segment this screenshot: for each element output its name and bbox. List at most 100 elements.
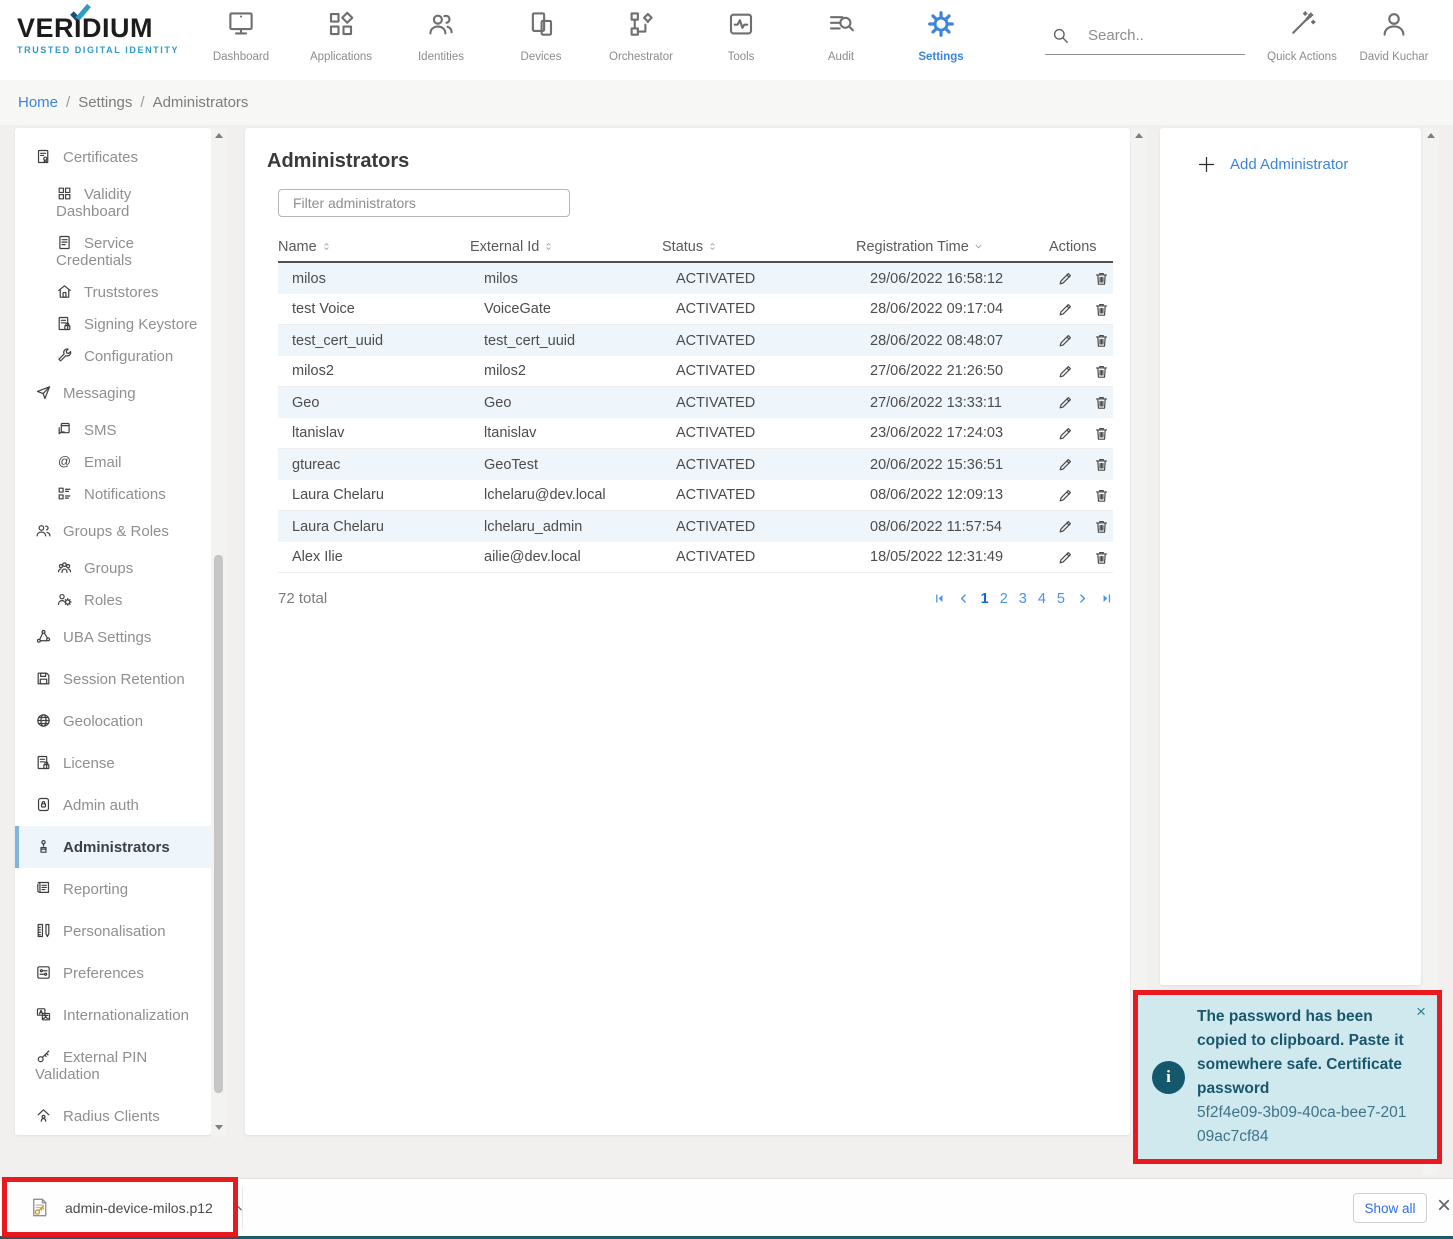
edit-icon[interactable] <box>1057 363 1074 380</box>
downloads-bar: admin-device-milos.p12 Show all × <box>0 1178 1453 1236</box>
edit-icon[interactable] <box>1057 301 1074 318</box>
delete-icon[interactable] <box>1093 425 1110 442</box>
user-name: David Kuchar <box>1346 51 1442 63</box>
scroll-up-arrow[interactable] <box>1423 128 1439 143</box>
toast-close-icon[interactable]: × <box>1416 1003 1426 1020</box>
sidebar-item-uba-settings[interactable]: UBA Settings <box>15 616 211 658</box>
delete-icon[interactable] <box>1093 270 1110 287</box>
delete-icon[interactable] <box>1093 363 1110 380</box>
delete-icon[interactable] <box>1093 487 1110 504</box>
at-sign-icon <box>56 453 73 470</box>
sidebar-item-groups[interactable]: Groups <box>15 552 211 584</box>
edit-icon[interactable] <box>1057 487 1074 504</box>
delete-icon[interactable] <box>1093 301 1110 318</box>
sidebar-item-radius-clients[interactable]: Radius Clients <box>15 1095 211 1135</box>
ruler-pen-icon <box>35 922 52 939</box>
page-button-2[interactable]: 2 <box>1000 591 1008 607</box>
delete-icon[interactable] <box>1093 456 1110 473</box>
column-header-status[interactable]: Status <box>662 239 856 255</box>
nav-item-tools[interactable]: Tools <box>691 9 791 63</box>
status-badge: ACTIVATED <box>662 395 856 411</box>
truststore-icon <box>56 283 73 300</box>
sidebar-item-sms[interactable]: SMS <box>15 414 211 446</box>
nav-item-orchestrator[interactable]: Orchestrator <box>591 9 691 63</box>
veridium-logo[interactable]: VERIDIUM TRUSTED DIGITAL IDENTITY <box>17 14 179 55</box>
last-page-button[interactable] <box>1100 592 1113 605</box>
preferences-icon <box>35 964 52 981</box>
breadcrumb-settings[interactable]: Settings <box>78 94 132 111</box>
filter-administrators-input[interactable] <box>278 189 570 217</box>
sidebar-item-admin-auth[interactable]: Admin auth <box>15 784 211 826</box>
user-menu[interactable]: David Kuchar <box>1346 9 1442 63</box>
edit-icon[interactable] <box>1057 518 1074 535</box>
next-page-button[interactable] <box>1076 592 1089 605</box>
scroll-up-arrow[interactable] <box>211 128 226 143</box>
sidebar-item-email[interactable]: Email <box>15 446 211 478</box>
sidebar-scrollbar[interactable] <box>211 128 226 1135</box>
sidebar-item-notifications[interactable]: Notifications <box>15 478 211 510</box>
column-header-name[interactable]: Name <box>278 239 470 255</box>
column-header-external-id[interactable]: External Id <box>470 239 662 255</box>
audit-icon <box>826 9 856 39</box>
quick-actions-button[interactable]: Quick Actions <box>1252 9 1352 63</box>
sidebar-item-session-retention[interactable]: Session Retention <box>15 658 211 700</box>
delete-icon[interactable] <box>1093 549 1110 566</box>
scroll-up-arrow[interactable] <box>1131 128 1147 143</box>
delete-icon[interactable] <box>1093 332 1110 349</box>
edit-icon[interactable] <box>1057 394 1074 411</box>
roles-gear-icon <box>56 591 73 608</box>
previous-page-button[interactable] <box>957 592 970 605</box>
edit-icon[interactable] <box>1057 456 1074 473</box>
breadcrumb-home[interactable]: Home <box>18 94 58 111</box>
sidebar-item-geolocation[interactable]: Geolocation <box>15 700 211 742</box>
nav-item-audit[interactable]: Audit <box>791 9 891 63</box>
sidebar-item-validity-dashboard[interactable]: Validity Dashboard <box>15 178 211 227</box>
downloaded-file-chip[interactable]: admin-device-milos.p12 <box>0 1179 245 1236</box>
sidebar-item-preferences[interactable]: Preferences <box>15 952 211 994</box>
scrollbar-thumb[interactable] <box>214 555 223 1093</box>
page-button-5[interactable]: 5 <box>1057 591 1065 607</box>
sidebar-item-roles[interactable]: Roles <box>15 584 211 616</box>
edit-icon[interactable] <box>1057 270 1074 287</box>
scroll-down-arrow[interactable] <box>211 1120 226 1135</box>
sidebar-item-license[interactable]: License <box>15 742 211 784</box>
status-badge: ACTIVATED <box>662 487 856 503</box>
breadcrumb-administrators: Administrators <box>153 94 249 111</box>
downloads-bar-close-icon[interactable]: × <box>1437 1194 1451 1218</box>
delete-icon[interactable] <box>1093 394 1110 411</box>
network-icon <box>35 628 52 645</box>
nav-item-settings[interactable]: Settings <box>891 9 991 63</box>
show-all-button[interactable]: Show all <box>1353 1193 1427 1223</box>
column-header-registration-time[interactable]: Registration Time <box>856 239 1049 255</box>
sidebar-item-external-pin-validation[interactable]: External PIN Validation <box>15 1036 211 1095</box>
certificate-password: 5f2f4e09-3b09-40ca-bee7-20109ac7cf84 <box>1197 1101 1412 1149</box>
sidebar-item-groups-roles[interactable]: Groups & Roles <box>15 510 211 552</box>
first-page-button[interactable] <box>933 592 946 605</box>
nav-item-dashboard[interactable]: Dashboard <box>191 9 291 63</box>
sidebar-item-personalisation[interactable]: Personalisation <box>15 910 211 952</box>
delete-icon[interactable] <box>1093 518 1110 535</box>
sidebar-item-administrators[interactable]: Administrators <box>15 826 211 868</box>
veridium-admin-screen: VERIDIUM TRUSTED DIGITAL IDENTITY Dashbo… <box>0 0 1453 1239</box>
nav-item-identities[interactable]: Identities <box>391 9 491 63</box>
page-button-1[interactable]: 1 <box>981 591 989 607</box>
sidebar-item-truststores[interactable]: Truststores <box>15 276 211 308</box>
page-button-3[interactable]: 3 <box>1019 591 1027 607</box>
sidebar-item-signing-keystore[interactable]: Signing Keystore <box>15 308 211 340</box>
edit-icon[interactable] <box>1057 332 1074 349</box>
sidebar-item-reporting[interactable]: Reporting <box>15 868 211 910</box>
sidebar-item-service-credentials[interactable]: Service Credentials <box>15 227 211 276</box>
search-input[interactable] <box>1088 27 1238 44</box>
main-scrollbar[interactable] <box>1131 128 1147 1135</box>
edit-icon[interactable] <box>1057 425 1074 442</box>
nav-item-devices[interactable]: Devices <box>491 9 591 63</box>
sidebar-item-internationalization[interactable]: Internationalization <box>15 994 211 1036</box>
nav-item-applications[interactable]: Applications <box>291 9 391 63</box>
table-row: test Voice VoiceGate ACTIVATED 28/06/202… <box>278 294 1113 325</box>
edit-icon[interactable] <box>1057 549 1074 566</box>
sidebar-item-messaging[interactable]: Messaging <box>15 372 211 414</box>
sidebar-item-certificates[interactable]: Certificates <box>15 136 211 178</box>
add-administrator-button[interactable]: Add Administrator <box>1196 154 1421 175</box>
sidebar-item-configuration[interactable]: Configuration <box>15 340 211 372</box>
page-button-4[interactable]: 4 <box>1038 591 1046 607</box>
